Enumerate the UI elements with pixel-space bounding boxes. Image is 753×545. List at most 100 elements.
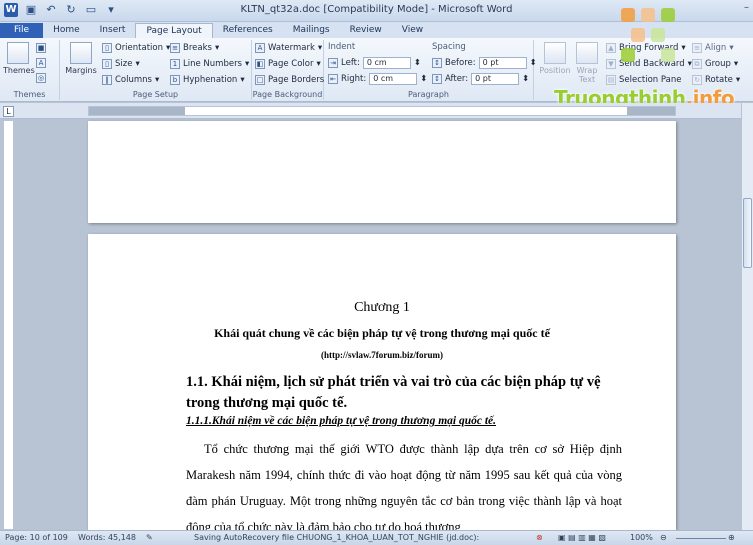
- size-icon: ▯: [102, 59, 112, 69]
- tab-view[interactable]: View: [392, 23, 433, 38]
- page-background-group: A Watermark ▾ ◧ Page Color ▾ □ Page Borders…: [252, 40, 324, 100]
- page-setup-group-label: Page Setup: [132, 90, 179, 99]
- spacing-before-input[interactable]: 0 pt: [478, 57, 527, 69]
- tab-review[interactable]: Review: [340, 23, 392, 38]
- indent-left-label: Left:: [341, 58, 360, 68]
- theme-colors-button[interactable]: ■: [36, 43, 46, 53]
- document-page[interactable]: Chương 1 Khái quát chung về các biện phá…: [88, 234, 676, 530]
- horizontal-ruler[interactable]: L: [0, 103, 753, 119]
- theme-fonts-icon: A: [36, 58, 46, 68]
- watermark-button[interactable]: A Watermark ▾: [255, 43, 322, 53]
- margins-button[interactable]: Margins: [64, 42, 98, 75]
- themes-icon: [7, 42, 29, 64]
- tab-mailings[interactable]: Mailings: [283, 23, 340, 38]
- tab-insert[interactable]: Insert: [90, 23, 136, 38]
- spacing-after-row: ↕ After: 0 pt ⬍: [432, 73, 529, 85]
- indent-right-icon: ⇤: [328, 74, 338, 84]
- proofing-icon[interactable]: ✎: [146, 533, 153, 542]
- paragraph-group: Indent ⇥ Left: 0 cm ⬍ ⇤ Right: 0 cm ⬍ Spacing…: [324, 40, 537, 100]
- view-buttons[interactable]: ▣ ▤ ▥ ▦ ▧: [558, 533, 606, 542]
- vertical-scrollbar[interactable]: [741, 103, 753, 530]
- themes-button[interactable]: Themes: [3, 42, 35, 75]
- send-backward-icon: ▼: [606, 59, 616, 69]
- line-numbers-button[interactable]: 1 Line Numbers ▾: [170, 59, 249, 69]
- indent-left-input[interactable]: 0 cm: [362, 57, 411, 69]
- section-heading-1-1-1[interactable]: 1.1.1.Khái niệm về các biện pháp tự vệ t…: [186, 415, 626, 427]
- orientation-label: Orientation: [115, 43, 163, 53]
- columns-icon: ‖: [102, 75, 112, 85]
- section-heading-1-1[interactable]: 1.1. Khái niệm, lịch sử phát triển và va…: [186, 372, 626, 414]
- wrap-text-button[interactable]: Wrap Text: [572, 42, 602, 84]
- indent-left-row: ⇥ Left: 0 cm ⬍: [328, 57, 421, 69]
- position-button[interactable]: Position: [538, 42, 572, 75]
- word-count[interactable]: Words: 45,148: [78, 533, 136, 542]
- hyphenation-label: Hyphenation: [183, 75, 238, 85]
- tab-page-layout[interactable]: Page Layout: [135, 23, 213, 38]
- size-button[interactable]: ▯ Size ▾: [102, 59, 140, 69]
- zoom-out-icon[interactable]: ⊖: [660, 533, 667, 542]
- cancel-save-icon[interactable]: ⊗: [536, 533, 543, 542]
- page-color-button[interactable]: ◧ Page Color ▾: [255, 59, 321, 69]
- paragraph-group-label: Paragraph: [408, 90, 449, 99]
- line-numbers-icon: 1: [170, 59, 180, 69]
- breaks-label: Breaks: [183, 43, 212, 53]
- breaks-button[interactable]: ≡ Breaks ▾: [170, 43, 219, 53]
- theme-effects-icon: ◎: [36, 73, 46, 83]
- tab-references[interactable]: References: [213, 23, 283, 38]
- indent-left-spin-icon[interactable]: ⬍: [414, 58, 421, 68]
- indent-right-input[interactable]: 0 cm: [369, 73, 418, 85]
- group-button[interactable]: ⧉ Group ▾: [692, 59, 738, 69]
- page-borders-button[interactable]: □ Page Borders: [255, 75, 324, 85]
- zoom-in-icon[interactable]: ⊕: [728, 533, 735, 542]
- chapter-heading[interactable]: Khái quát chung về các biện pháp tự vệ t…: [88, 326, 676, 341]
- theme-fonts-button[interactable]: A: [36, 58, 46, 68]
- tab-home[interactable]: Home: [43, 23, 90, 38]
- group-label: Group: [705, 59, 731, 69]
- page-count[interactable]: Page: 10 of 109: [5, 533, 68, 542]
- body-paragraph-text: Tổ chức thương mại thế giới WTO được thà…: [186, 442, 622, 530]
- rotate-button[interactable]: ↻ Rotate ▾: [692, 75, 740, 85]
- columns-button[interactable]: ‖ Columns ▾: [102, 75, 159, 85]
- indent-right-row: ⇤ Right: 0 cm ⬍: [328, 73, 427, 85]
- theme-effects-button[interactable]: ◎: [36, 73, 46, 83]
- align-label: Align: [705, 43, 727, 53]
- source-url[interactable]: (http://svlaw.7forum.biz/forum): [88, 350, 676, 360]
- hyphenation-button[interactable]: b Hyphenation ▾: [170, 75, 245, 85]
- spacing-before-row: ↕ Before: 0 pt ⬍: [432, 57, 537, 69]
- spacing-after-input[interactable]: 0 pt: [471, 73, 520, 85]
- line-numbers-label: Line Numbers: [183, 59, 242, 69]
- align-button[interactable]: ≡ Align ▾: [692, 43, 734, 53]
- spacing-before-icon: ↕: [432, 58, 442, 68]
- minimize-icon[interactable]: –: [744, 2, 749, 13]
- window-controls: –: [744, 2, 749, 13]
- position-icon: [544, 42, 566, 64]
- zoom-level[interactable]: 100%: [630, 533, 653, 542]
- themes-label: Themes: [3, 66, 35, 75]
- chapter-title[interactable]: Chương 1: [88, 300, 676, 316]
- page-setup-group: Margins ▯ Orientation ▾ ▯ Size ▾ ‖ Columns …: [60, 40, 252, 100]
- page-borders-label: Page Borders: [268, 75, 325, 85]
- spacing-after-spin-icon[interactable]: ⬍: [522, 74, 529, 84]
- themes-group-label: Themes: [13, 90, 46, 99]
- wrap-text-label: Wrap Text: [576, 66, 598, 84]
- columns-label: Columns: [115, 75, 152, 85]
- rotate-icon: ↻: [692, 75, 702, 85]
- selection-pane-button[interactable]: ▤ Selection Pane: [606, 75, 681, 85]
- orientation-button[interactable]: ▯ Orientation ▾: [102, 43, 170, 53]
- vertical-ruler[interactable]: [3, 120, 14, 530]
- scrollbar-thumb[interactable]: [743, 198, 752, 268]
- align-icon: ≡: [692, 43, 702, 53]
- ruler-strip[interactable]: [88, 106, 676, 116]
- watermark-icon: A: [255, 43, 265, 53]
- body-paragraph[interactable]: Tổ chức thương mại thế giới WTO được thà…: [186, 436, 622, 530]
- tab-selector-icon[interactable]: L: [3, 106, 14, 117]
- indent-right-spin-icon[interactable]: ⬍: [420, 74, 427, 84]
- margins-label: Margins: [65, 66, 97, 75]
- truongthinh-logo-icon: [621, 8, 677, 64]
- indent-label: Indent: [328, 42, 356, 52]
- zoom-slider[interactable]: [676, 538, 726, 539]
- ruler-right-margin: [627, 107, 675, 115]
- document-page-previous[interactable]: [88, 121, 676, 223]
- tab-file[interactable]: File: [0, 23, 44, 38]
- margins-icon: [70, 42, 92, 64]
